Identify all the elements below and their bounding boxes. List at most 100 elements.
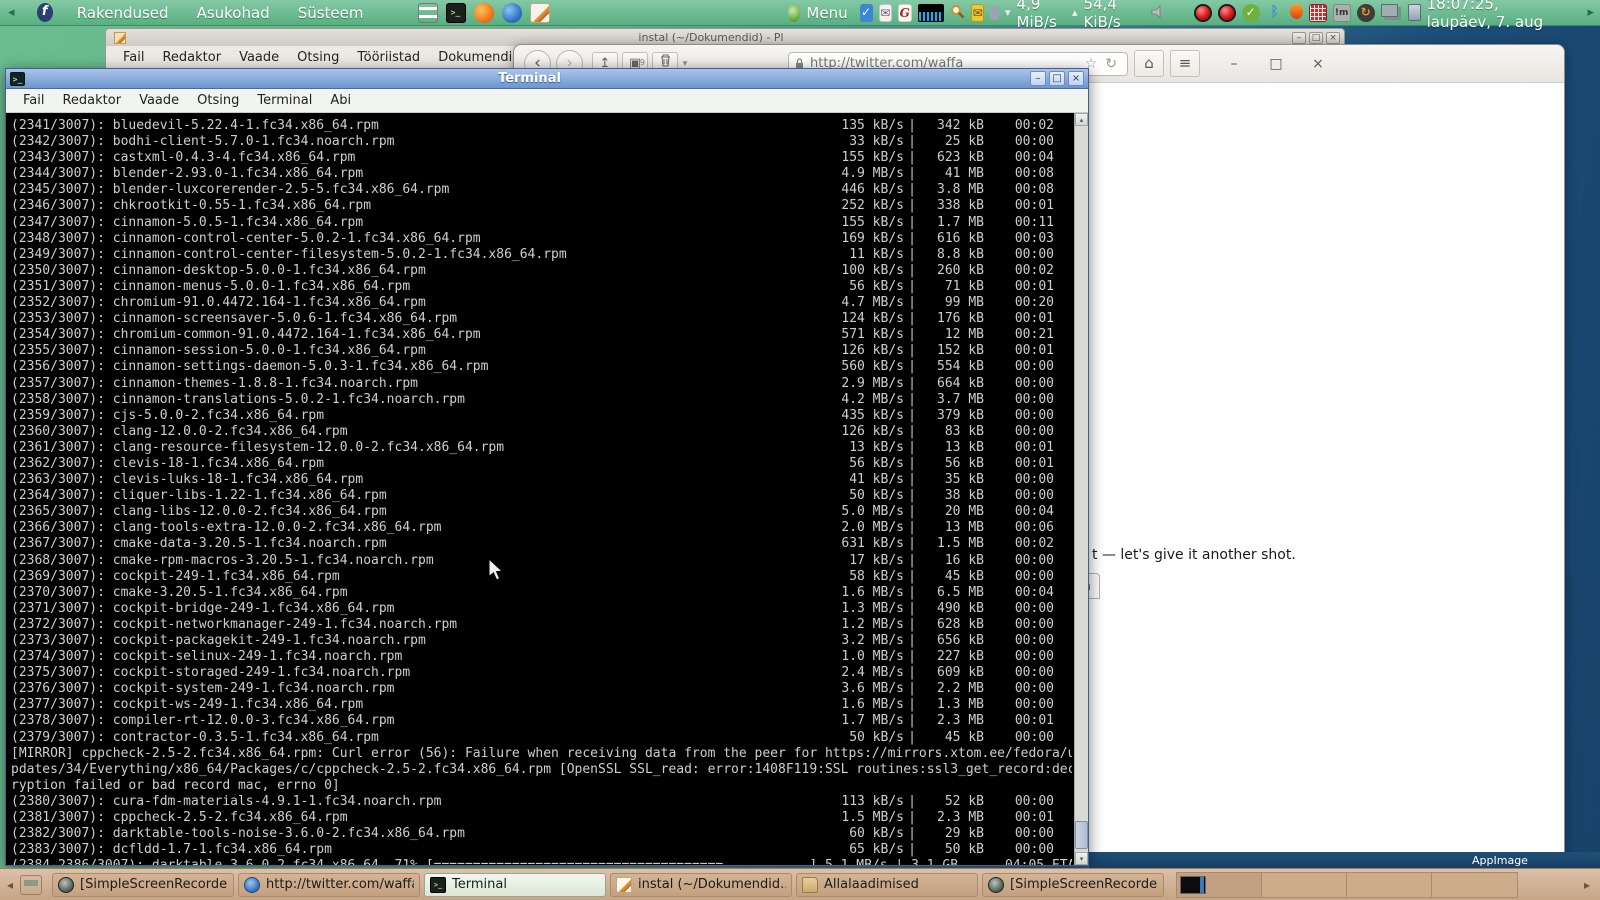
taskbar-right-icon[interactable]: ▸ [1574, 878, 1600, 892]
displays-icon[interactable] [1380, 3, 1398, 17]
show-desktop-icon[interactable] [20, 874, 43, 895]
volume-icon[interactable] [1150, 4, 1166, 22]
firefox-icon[interactable] [473, 2, 494, 23]
system-monitor-graph-icon[interactable] [917, 3, 944, 22]
panel-collapse-right-icon[interactable]: ▸ [1587, 5, 1594, 20]
terminal-line: (2350/3007): cinnamon-desktop-5.0.0-1.fc… [11, 262, 1054, 278]
editor-close-button[interactable]: × [1326, 31, 1340, 44]
menu-item-fail[interactable]: Fail [14, 93, 53, 108]
terminal-line: (2352/3007): chromium-91.0.4472.164-1.fc… [11, 295, 1054, 311]
home-button[interactable]: ⌂ [1134, 50, 1164, 77]
browser-maximize-button[interactable]: □ [1268, 56, 1284, 72]
menu-launcher-icon[interactable] [787, 3, 801, 22]
taskbar-item[interactable]: [SimpleScreenRecorder] [982, 872, 1165, 897]
panel-collapse-left-icon[interactable]: ◂ [0, 5, 23, 20]
terminal-line: (2345/3007): blender-luxcorerender-2.5-5… [11, 182, 1054, 198]
taskbar-left-icon[interactable]: ◂ [0, 878, 20, 892]
browser-close-button[interactable]: × [1310, 56, 1326, 72]
menu-item-fail[interactable]: Fail [114, 50, 153, 65]
menu-item-tööriistad[interactable]: Tööriistad [348, 50, 429, 65]
firewall-icon[interactable] [1289, 3, 1303, 19]
taskbar-item-label: Terminal [452, 877, 507, 892]
hamburger-menu-button[interactable]: ≡ [1170, 50, 1200, 77]
taskbar-item-label: instal (~/Dokumendid... [638, 877, 787, 892]
terminal-launcher-icon[interactable]: >_ [445, 2, 466, 23]
editor-minimize-button[interactable]: – [1292, 31, 1306, 44]
taskbar-item[interactable]: [SimpleScreenRecorder] [52, 872, 235, 897]
browser-minimize-button[interactable]: – [1226, 56, 1242, 72]
taskbar-item[interactable]: http://twitter.com/waffa [238, 872, 421, 897]
terminal-minimize-button[interactable]: – [1030, 71, 1046, 86]
keyring-icon[interactable] [990, 5, 999, 20]
file-manager-icon[interactable] [417, 2, 438, 23]
system-menu[interactable]: Süsteem [284, 0, 378, 26]
terminal-maximize-button[interactable]: □ [1049, 71, 1065, 86]
menu-item-otsing[interactable]: Otsing [188, 93, 248, 108]
workspace-thumbnail [1180, 875, 1207, 894]
terminal-titlebar[interactable]: >_ Terminal – □ × [6, 69, 1088, 89]
places-menu[interactable]: Asukohad [183, 0, 284, 26]
panel-clock[interactable]: 18:07:25, laupäev, 7. aug [1427, 0, 1566, 31]
menu-item-terminal[interactable]: Terminal [248, 93, 321, 108]
taskbar-item[interactable]: instal (~/Dokumendid... [610, 872, 793, 897]
power-icon[interactable] [1407, 3, 1421, 21]
bluetooth-icon[interactable]: ᛒ [1266, 4, 1284, 22]
todo-checkbox-icon[interactable]: ✓ [859, 3, 873, 22]
notes-icon[interactable] [529, 2, 550, 23]
editor-maximize-button[interactable]: □ [1309, 31, 1323, 44]
taskbar-item-label: [SimpleScreenRecorder] [80, 877, 229, 892]
menu-item-redaktor[interactable]: Redaktor [53, 93, 130, 108]
network-download-speed[interactable]: 4,9 MiB/s [1017, 0, 1066, 31]
menu-item-otsing[interactable]: Otsing [288, 50, 348, 65]
applications-menu[interactable]: Rakendused [63, 0, 183, 26]
scrollbar-thumb[interactable] [1075, 821, 1088, 849]
menu-item-abi[interactable]: Abi [321, 93, 360, 108]
thunderbird-icon[interactable] [501, 2, 522, 23]
scroll-up-icon[interactable]: ▴ [1075, 113, 1088, 126]
workspace-3[interactable] [1347, 872, 1433, 897]
terminal-line: (2381/3007): cppcheck-2.5-2.fc34.x86_64.… [11, 810, 1054, 826]
workspace-4[interactable] [1432, 872, 1518, 897]
fedora-logo-icon: f [36, 3, 53, 22]
text-icon [616, 876, 633, 893]
ssr-icon [58, 876, 75, 893]
upload-arrow-icon: ▴ [1072, 6, 1078, 19]
terminal-icon: >_ [10, 71, 25, 86]
taskbar-item-label: [SimpleScreenRecorder] [1010, 877, 1159, 892]
menu-label[interactable]: Menu [806, 4, 847, 22]
network-upload-speed[interactable]: 54,4 KiB/s [1084, 0, 1138, 31]
terminal-line: (2358/3007): cinnamon-translations-5.0.2… [11, 391, 1054, 407]
search-icon[interactable] [950, 4, 965, 22]
record-icon[interactable] [1193, 3, 1212, 22]
input-method-icon[interactable]: !m [1332, 3, 1351, 22]
sync-icon[interactable]: ↻ [1356, 3, 1375, 22]
keyboard-layout-icon[interactable] [1308, 3, 1327, 22]
workspace-2[interactable] [1262, 872, 1348, 897]
terminal-scrollbar[interactable]: ▴ ▾ [1074, 113, 1088, 865]
menu-item-redaktor[interactable]: Redaktor [153, 50, 230, 65]
mail-notifier-icon[interactable]: ✉ [970, 3, 985, 22]
terminal-line: (2368/3007): cmake-rpm-macros-3.20.5-1.f… [11, 552, 1054, 568]
terminal-menubar: Fail Redaktor Vaade Otsing Terminal Abi [6, 89, 1088, 113]
terminal-window: >_ Terminal – □ × Fail Redaktor Vaade Otsin… [5, 68, 1089, 866]
terminal-line: (2383/3007): dcfldd-1.7-1.fc34.x86_64.rp… [11, 842, 1054, 858]
terminal-line: (2361/3007): clang-resource-filesystem-1… [11, 439, 1054, 455]
latex-icon[interactable]: G [898, 3, 912, 22]
mail-clock-icon[interactable]: ✉ [878, 3, 893, 22]
taskbar-item[interactable]: Allalaadimised [796, 872, 979, 897]
scroll-down-icon[interactable]: ▾ [1075, 852, 1088, 865]
taskbar: ◂ [SimpleScreenRecorder] http://twitter.c… [0, 868, 1600, 900]
terminal-close-button[interactable]: × [1068, 71, 1084, 86]
updates-ok-icon[interactable]: ✓ [1241, 3, 1260, 22]
menu-item-vaade[interactable]: Vaade [230, 50, 288, 65]
panel-launchers: >_ [417, 2, 550, 23]
recorder-tray-icons: ✓ ᛒ !m ↻ [1193, 3, 1421, 22]
taskbar-item[interactable]: >_ Terminal [424, 872, 607, 897]
workspace-1[interactable] [1177, 872, 1263, 897]
reload-icon[interactable]: ↻ [1101, 56, 1121, 72]
terminal-line: (2365/3007): clang-libs-12.0.0-2.fc34.x8… [11, 504, 1054, 520]
record-icon-2[interactable] [1217, 3, 1236, 22]
terminal-body: (2341/3007): bluedevil-5.22.4-1.fc34.x86… [6, 113, 1088, 865]
appimage-desktop-label[interactable]: AppImage [1472, 854, 1528, 867]
menu-item-vaade[interactable]: Vaade [130, 93, 188, 108]
